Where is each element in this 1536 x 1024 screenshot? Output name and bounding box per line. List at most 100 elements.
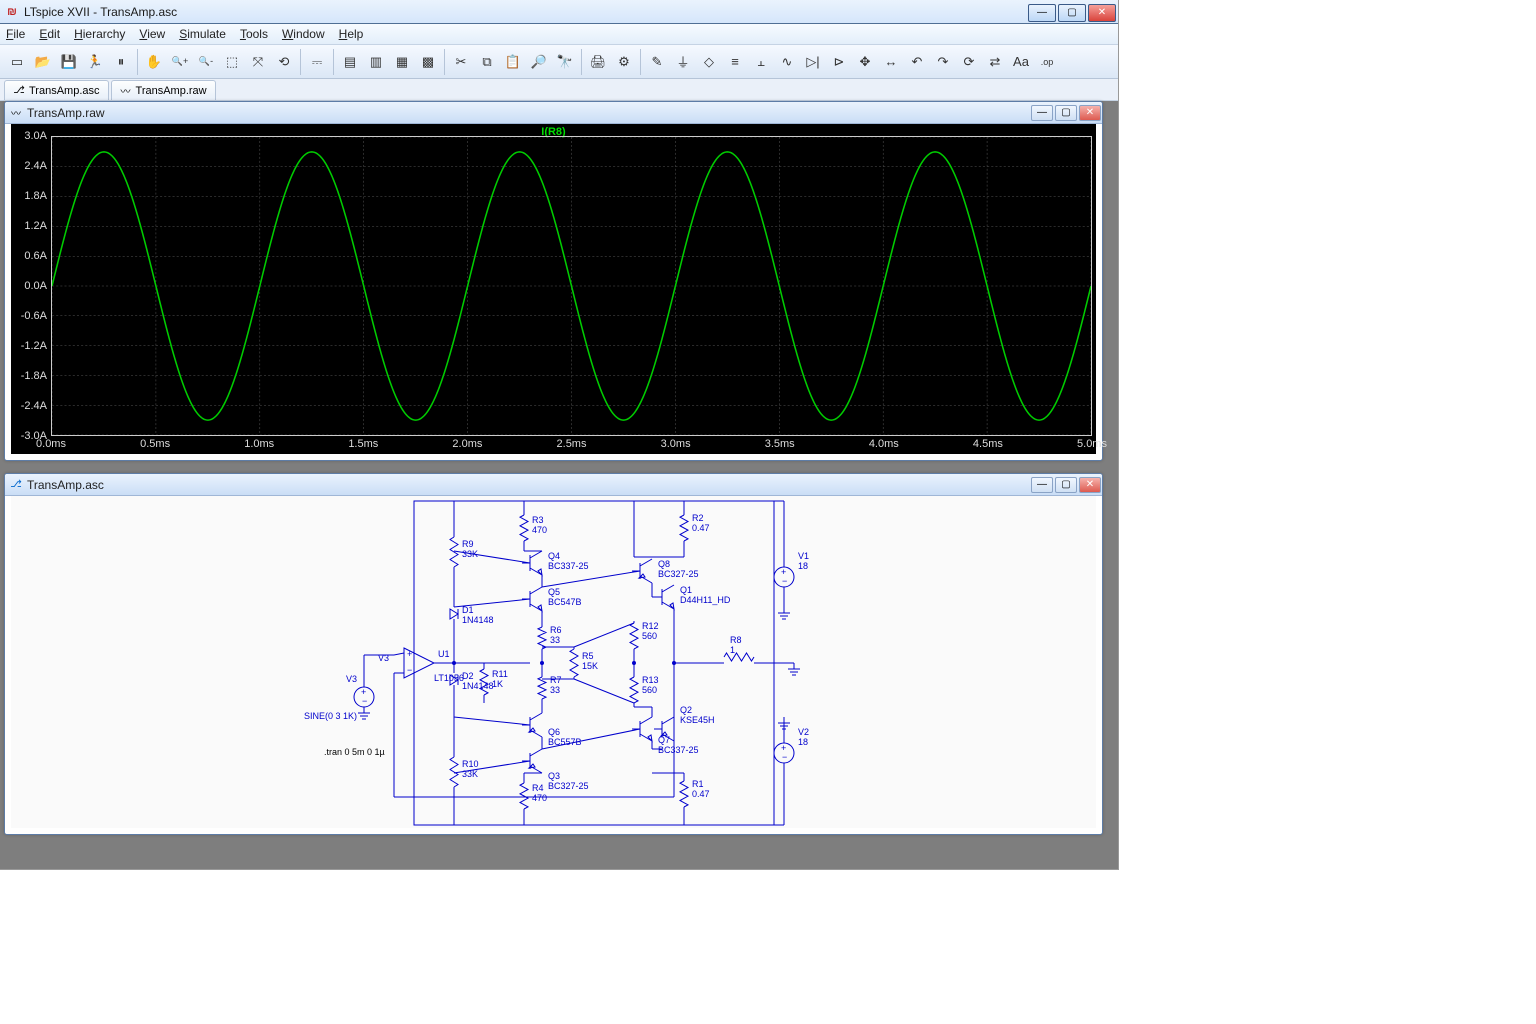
schematic-canvas[interactable]: +−V3SINE(0 3 1K)+−U1LT1056R933KD11N4148D… xyxy=(11,496,1096,828)
x-tick: 3.5ms xyxy=(765,438,795,450)
toolbar-redo-button[interactable]: ↷ xyxy=(930,49,956,75)
toolbar-zoom-fit-button[interactable]: ⤧ xyxy=(245,49,271,75)
svg-text:BC337-25: BC337-25 xyxy=(548,561,589,571)
toolbar-tile-v-button[interactable]: ▥ xyxy=(363,49,389,75)
svg-text:470: 470 xyxy=(532,525,547,535)
svg-text:33: 33 xyxy=(550,685,560,695)
svg-text:D2: D2 xyxy=(462,671,474,681)
svg-text:R13: R13 xyxy=(642,675,659,685)
menu-hierarchy[interactable]: Hierarchy xyxy=(74,27,125,41)
toolbar-run-button[interactable]: 🏃 xyxy=(82,49,108,75)
toolbar-port-button[interactable]: ◇ xyxy=(696,49,722,75)
y-tick: 3.0A xyxy=(24,130,47,142)
application-window: ₪ LTspice XVII - TransAmp.asc — ▢ ✕ File… xyxy=(0,0,1119,870)
toolbar-paste-button[interactable]: 📋 xyxy=(500,49,526,75)
toolbar-open-button[interactable]: 📂 xyxy=(30,49,56,75)
doctab-label: TransAmp.asc xyxy=(29,85,100,97)
toolbar-hand-button[interactable]: ✋ xyxy=(141,49,167,75)
maximize-button[interactable]: ▢ xyxy=(1058,4,1086,22)
close-button[interactable]: ✕ xyxy=(1088,4,1116,22)
x-axis[interactable]: 0.0ms0.5ms1.0ms1.5ms2.0ms2.5ms3.0ms3.5ms… xyxy=(51,438,1092,454)
toolbar-cap-button[interactable]: ⫠ xyxy=(748,49,774,75)
toolbar-zoom-out-button[interactable]: 🔍- xyxy=(193,49,219,75)
toolbar-mir-button[interactable]: ⇄ xyxy=(982,49,1008,75)
toolbar-tile-4-button[interactable]: ▩ xyxy=(415,49,441,75)
toolbar-cut-button[interactable]: ✂ xyxy=(448,49,474,75)
toolbar-comp-button[interactable]: ⊳ xyxy=(826,49,852,75)
schematic-titlebar[interactable]: ⎇ TransAmp.asc — ▢ ✕ xyxy=(5,474,1102,496)
svg-text:Q5: Q5 xyxy=(548,587,560,597)
svg-text:18: 18 xyxy=(798,737,808,747)
toolbar-copy-button[interactable]: ⧉ xyxy=(474,49,500,75)
menu-simulate[interactable]: Simulate xyxy=(179,27,226,41)
toolbar-pause-button[interactable]: ⏸ xyxy=(108,49,134,75)
y-axis[interactable]: 3.0A2.4A1.8A1.2A0.6A0.0A-0.6A-1.2A-1.8A-… xyxy=(11,136,51,436)
toolbar-save-button[interactable]: 💾 xyxy=(56,49,82,75)
waveform-titlebar[interactable]: 〰 TransAmp.raw — ▢ ✕ xyxy=(5,102,1102,124)
svg-text:KSE45H: KSE45H xyxy=(680,715,715,725)
svg-text:R6: R6 xyxy=(550,625,562,635)
svg-text:+: + xyxy=(407,649,412,659)
toolbar-probe-button[interactable]: ⎓ xyxy=(304,49,330,75)
menu-help[interactable]: Help xyxy=(339,27,364,41)
toolbar-undo-button[interactable]: ↶ xyxy=(904,49,930,75)
toolbar-op-button[interactable]: .op xyxy=(1034,49,1060,75)
doctab-transamp-asc[interactable]: ⎇TransAmp.asc xyxy=(4,80,109,100)
toolbar-zoom-box-button[interactable]: ⬚ xyxy=(219,49,245,75)
menu-window[interactable]: Window xyxy=(282,27,325,41)
toolbar-setup-button[interactable]: ⚙ xyxy=(611,49,637,75)
toolbar-rot-button[interactable]: ⟳ xyxy=(956,49,982,75)
toolbar: ▭📂💾🏃⏸ ✋🔍+🔍-⬚⤧⟲ ⎓ ▤▥▦▩ ✂⧉📋🔎🔭 🖨⚙ ✎⏚◇≡⫠∿▷|⊳✥↔↶↷⟳⇄… xyxy=(0,45,1118,79)
toolbar-binoc-button[interactable]: 🔭 xyxy=(552,49,578,75)
menu-file[interactable]: File xyxy=(6,27,25,41)
toolbar-move-button[interactable]: ✥ xyxy=(852,49,878,75)
minimize-button[interactable]: — xyxy=(1028,4,1056,22)
toolbar-new-button[interactable]: ▭ xyxy=(4,49,30,75)
toolbar-res-button[interactable]: ≡ xyxy=(722,49,748,75)
toolbar-draw-button[interactable]: ✎ xyxy=(644,49,670,75)
app-title: LTspice XVII - TransAmp.asc xyxy=(24,5,177,19)
y-tick: -1.8A xyxy=(21,370,47,382)
svg-text:BC337-25: BC337-25 xyxy=(658,745,699,755)
y-tick: 1.2A xyxy=(24,220,47,232)
titlebar: ₪ LTspice XVII - TransAmp.asc — ▢ ✕ xyxy=(0,0,1118,24)
schem-maximize-button[interactable]: ▢ xyxy=(1055,477,1077,493)
x-tick: 3.0ms xyxy=(661,438,691,450)
schem-close-button[interactable]: ✕ xyxy=(1079,477,1101,493)
schematic-window: ⎇ TransAmp.asc — ▢ ✕ +−V3SINE(0 3 1K)+−U… xyxy=(4,473,1103,835)
doctab-icon: 〰 xyxy=(120,85,132,97)
svg-text:R4: R4 xyxy=(532,783,544,793)
toolbar-ind-button[interactable]: ∿ xyxy=(774,49,800,75)
waveform-title: TransAmp.raw xyxy=(27,106,105,120)
toolbar-gnd-button[interactable]: ⏚ xyxy=(670,49,696,75)
toolbar-print-button[interactable]: 🖨 xyxy=(585,49,611,75)
doctab-transamp-raw[interactable]: 〰TransAmp.raw xyxy=(111,80,216,100)
plot-canvas[interactable] xyxy=(51,136,1092,436)
toolbar-find-button[interactable]: 🔎 xyxy=(526,49,552,75)
svg-text:1: 1 xyxy=(730,645,735,655)
schem-minimize-button[interactable]: — xyxy=(1031,477,1053,493)
toolbar-autorng-button[interactable]: ⟲ xyxy=(271,49,297,75)
toolbar-text-button[interactable]: Aa xyxy=(1008,49,1034,75)
wave-maximize-button[interactable]: ▢ xyxy=(1055,105,1077,121)
wave-close-button[interactable]: ✕ xyxy=(1079,105,1101,121)
svg-text:R11: R11 xyxy=(492,669,508,679)
toolbar-diode-button[interactable]: ▷| xyxy=(800,49,826,75)
y-tick: -0.6A xyxy=(21,310,47,322)
svg-text:V3: V3 xyxy=(346,674,357,684)
x-tick: 2.0ms xyxy=(452,438,482,450)
y-tick: 0.0A xyxy=(24,280,47,292)
y-tick: -1.2A xyxy=(21,340,47,352)
svg-text:33: 33 xyxy=(550,635,560,645)
toolbar-tile-3-button[interactable]: ▦ xyxy=(389,49,415,75)
toolbar-drag-button[interactable]: ↔ xyxy=(878,49,904,75)
menu-edit[interactable]: Edit xyxy=(39,27,60,41)
menu-view[interactable]: View xyxy=(139,27,165,41)
wave-minimize-button[interactable]: — xyxy=(1031,105,1053,121)
toolbar-tile-h-button[interactable]: ▤ xyxy=(337,49,363,75)
toolbar-zoom-in-button[interactable]: 🔍+ xyxy=(167,49,193,75)
svg-text:BC547B: BC547B xyxy=(548,597,582,607)
document-tabs: ⎇TransAmp.asc〰TransAmp.raw xyxy=(0,79,1118,101)
waveform-plot-area[interactable]: I(R8) 3.0A2.4A1.8A1.2A0.6A0.0A-0.6A-1.2A… xyxy=(11,124,1096,454)
menu-tools[interactable]: Tools xyxy=(240,27,268,41)
